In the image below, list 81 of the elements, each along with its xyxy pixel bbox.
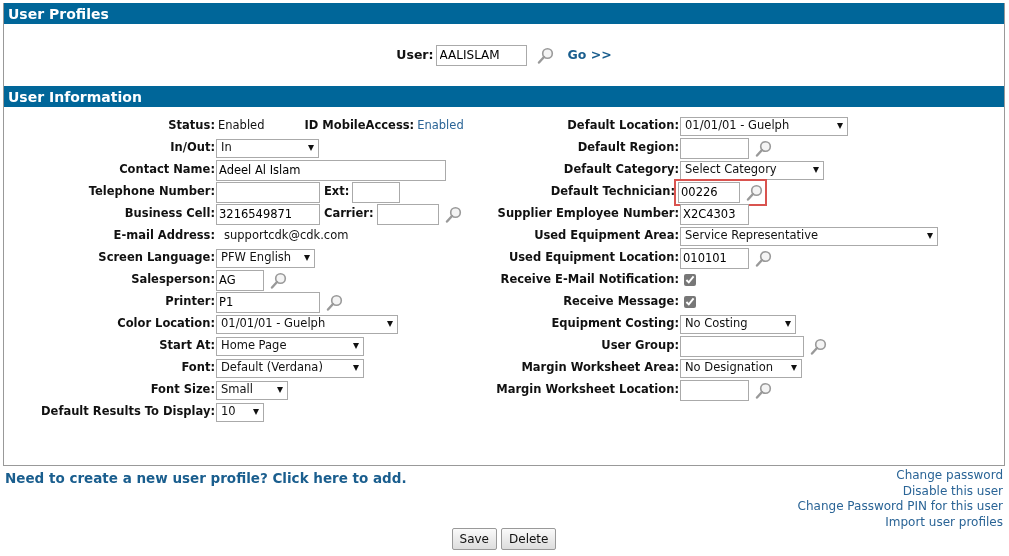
field-label: Start At: <box>158 337 216 355</box>
add-profile-link[interactable]: Need to create a new user profile? Click here to add. <box>5 470 407 486</box>
text-field[interactable]: X2C4303 <box>680 203 749 225</box>
field-label: Margin Worksheet Location: <box>495 381 680 399</box>
section-header: User Profiles <box>4 3 1004 24</box>
search-icon[interactable] <box>444 205 462 223</box>
dropdown[interactable]: PFW English <box>216 248 315 268</box>
dropdown[interactable]: 10 <box>216 402 264 422</box>
field-label: Salesperson: <box>130 271 216 289</box>
side-link[interactable]: Disable this user <box>902 483 1003 499</box>
search-icon[interactable] <box>536 46 554 64</box>
field-label: Receive E-Mail Notification: <box>499 271 680 289</box>
text-field[interactable] <box>376 203 439 225</box>
dropdown[interactable]: No Costing <box>680 314 796 334</box>
text-field[interactable]: 3216549871 <box>216 203 320 225</box>
field-label: Font: <box>180 359 216 377</box>
search-icon[interactable] <box>270 271 287 289</box>
text-field[interactable]: AG <box>216 269 264 291</box>
dropdown[interactable]: Select Category <box>680 160 824 180</box>
field-label: Telephone Number: <box>87 183 216 201</box>
field-label: Default Region: <box>576 139 680 157</box>
field-label: Font Size: <box>149 381 216 399</box>
dropdown[interactable]: 01/01/01 - Guelph <box>680 116 848 136</box>
form-button[interactable]: Save <box>451 528 497 550</box>
field-label: Screen Language: <box>97 249 216 267</box>
side-link[interactable]: Import user profiles <box>885 514 1003 530</box>
field-label: Receive Message: <box>562 293 680 311</box>
field-value: supportcdk@cdk.com <box>224 227 349 245</box>
search-icon[interactable] <box>755 139 772 157</box>
field-label: Margin Worksheet Area: <box>520 359 680 377</box>
search-icon[interactable] <box>746 183 763 201</box>
text-field[interactable] <box>680 335 804 357</box>
field-label: In/Out: <box>169 139 216 157</box>
field-label: Used Equipment Area: <box>533 227 680 245</box>
field-value: Enabled <box>218 117 265 135</box>
text-field[interactable]: P1 <box>216 291 320 313</box>
text-field[interactable] <box>216 181 320 203</box>
text-field[interactable]: 010101 <box>680 247 749 269</box>
text-field[interactable] <box>680 379 749 401</box>
field-label: Ext: <box>324 183 350 201</box>
field-label: Carrier: <box>324 205 374 223</box>
field-label: Status: <box>167 117 216 135</box>
field-label: Default Technician: <box>549 183 676 201</box>
text-field[interactable]: 00226 <box>678 181 740 203</box>
dropdown[interactable]: Service Representative <box>680 226 938 246</box>
checkbox[interactable] <box>684 274 696 286</box>
enabled-link[interactable]: Enabled <box>417 117 464 135</box>
field-label: Default Category: <box>562 161 680 179</box>
form-button[interactable]: Delete <box>501 528 557 550</box>
text-field[interactable]: Adeel Al Islam <box>216 159 446 181</box>
side-link[interactable]: Change password <box>896 468 1003 484</box>
dropdown[interactable]: Default (Verdana) <box>216 358 364 378</box>
dropdown[interactable]: In <box>216 138 319 158</box>
search-icon[interactable] <box>810 337 827 355</box>
side-link[interactable]: Change Password PIN for this user <box>797 499 1003 515</box>
text-field[interactable] <box>352 181 401 203</box>
section-header: User Information <box>4 86 1004 107</box>
go-link[interactable]: Go >> <box>567 45 612 65</box>
field-label: Contact Name: <box>118 161 216 179</box>
search-icon[interactable] <box>755 249 772 267</box>
field-label: Supplier Employee Number: <box>496 205 680 223</box>
search-icon[interactable] <box>755 381 772 399</box>
field-label: E-mail Address: <box>112 227 216 245</box>
field-label: Used Equipment Location: <box>507 249 680 267</box>
dropdown[interactable]: No Designation <box>680 358 802 378</box>
dropdown[interactable]: Small <box>216 380 288 400</box>
field-label: Equipment Costing: <box>550 315 680 333</box>
field-label: Business Cell: <box>123 205 216 223</box>
user-field[interactable]: AALISLAM <box>435 44 527 66</box>
field-label: Printer: <box>164 293 216 311</box>
text-field[interactable] <box>680 137 749 159</box>
field-label: Default Location: <box>566 117 680 135</box>
field-label: Color Location: <box>116 315 216 333</box>
field-label: Default Results To Display: <box>40 403 216 421</box>
field-label: User: <box>396 45 434 64</box>
field-label: ID MobileAccess: <box>304 117 415 135</box>
search-icon[interactable] <box>326 293 343 311</box>
dropdown[interactable]: Home Page <box>216 336 364 356</box>
checkbox[interactable] <box>684 296 696 308</box>
dropdown[interactable]: 01/01/01 - Guelph <box>216 314 398 334</box>
field-label: User Group: <box>600 337 680 355</box>
